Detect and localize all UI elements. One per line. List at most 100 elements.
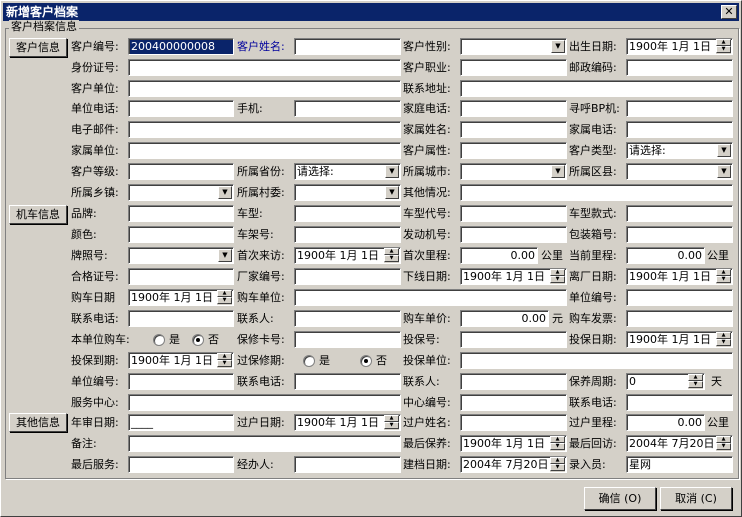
contact-phone3-input[interactable] xyxy=(626,394,733,411)
transfer-name-input[interactable] xyxy=(460,414,567,431)
spin-up-icon[interactable]: ▲ xyxy=(716,269,731,276)
spin-up-icon[interactable]: ▲ xyxy=(550,436,565,443)
occupation-input[interactable] xyxy=(460,59,567,76)
spinner[interactable]: ▲ ▼ xyxy=(716,436,731,451)
other-info-input[interactable] xyxy=(460,184,733,201)
chevron-down-icon[interactable]: ▼ xyxy=(385,165,399,178)
unit-purchase-yes-radio[interactable] xyxy=(153,334,165,346)
cust-no-input[interactable]: 200400000008 xyxy=(128,38,234,55)
frame-no-input[interactable] xyxy=(294,226,401,243)
transfer-mileage-input[interactable]: 0.00 xyxy=(626,414,705,431)
spin-down-icon[interactable]: ▼ xyxy=(550,464,565,471)
box-no-input[interactable] xyxy=(626,226,733,243)
factory-no-input[interactable] xyxy=(294,268,401,285)
mobile-input[interactable] xyxy=(294,100,401,117)
warranty-expired-no-radio[interactable] xyxy=(360,355,372,367)
spinner[interactable]: ▲ ▼ xyxy=(716,269,731,284)
contact-phone2-input[interactable] xyxy=(294,373,401,390)
cert-no-input[interactable] xyxy=(128,268,234,285)
cust-name-input[interactable] xyxy=(294,38,401,55)
spin-up-icon[interactable]: ▲ xyxy=(716,436,731,443)
chevron-down-icon[interactable]: ▼ xyxy=(218,186,232,199)
remark-input[interactable] xyxy=(128,435,401,452)
brand-input[interactable] xyxy=(128,205,234,222)
spin-up-icon[interactable]: ▲ xyxy=(550,457,565,464)
spin-down-icon[interactable]: ▼ xyxy=(217,297,232,304)
cust-unit-input[interactable] xyxy=(128,80,401,97)
unit-no2-input[interactable] xyxy=(128,373,234,390)
spin-down-icon[interactable]: ▼ xyxy=(384,255,399,262)
ok-button[interactable]: 确信 (O) xyxy=(584,487,656,510)
unit-no-input[interactable] xyxy=(626,289,733,306)
email-input[interactable] xyxy=(128,121,401,138)
first-visit-picker[interactable]: 1900年 1月 1日 ▲ ▼ xyxy=(294,247,401,264)
engine-no-input[interactable] xyxy=(460,226,567,243)
pager-input[interactable] xyxy=(626,100,733,117)
contact-phone-input[interactable] xyxy=(128,310,234,327)
family-name-input[interactable] xyxy=(460,121,567,138)
spin-up-icon[interactable]: ▲ xyxy=(217,353,232,360)
province-select[interactable]: 请选择: ▼ xyxy=(294,163,401,180)
spinner[interactable]: ▲ ▼ xyxy=(384,248,399,263)
cancel-button[interactable]: 取消 (C) xyxy=(660,487,732,510)
customer-info-tab[interactable]: 客户信息 xyxy=(9,38,67,57)
spinner[interactable]: ▲ ▼ xyxy=(716,332,731,347)
chevron-down-icon[interactable]: ▼ xyxy=(218,249,232,262)
spin-down-icon[interactable]: ▼ xyxy=(550,443,565,450)
birth-date-picker[interactable]: 1900年 1月 1日 ▲ ▼ xyxy=(626,38,733,55)
spinner[interactable]: ▲ ▼ xyxy=(217,290,232,305)
spinner[interactable]: ▲ ▼ xyxy=(384,415,399,430)
handler-input[interactable] xyxy=(294,456,401,473)
spin-up-icon[interactable]: ▲ xyxy=(688,374,703,381)
warranty-expired-yes-radio[interactable] xyxy=(303,355,315,367)
purchase-unit-input[interactable] xyxy=(294,289,567,306)
insure-date-picker[interactable]: 1900年 1月 1日 ▲ ▼ xyxy=(626,331,733,348)
spinner[interactable]: ▲ ▼ xyxy=(716,39,731,54)
address-input[interactable] xyxy=(460,80,733,97)
chevron-down-icon[interactable]: ▼ xyxy=(551,40,565,53)
spin-down-icon[interactable]: ▼ xyxy=(217,360,232,367)
annual-review-input[interactable]: ____ xyxy=(128,414,234,431)
transfer-date-picker[interactable]: 1900年 1月 1日 ▲ ▼ xyxy=(294,414,401,431)
close-button[interactable]: ✕ xyxy=(721,5,737,19)
spin-up-icon[interactable]: ▲ xyxy=(716,39,731,46)
insure-expire-picker[interactable]: 1900年 1月 1日 ▲ ▼ xyxy=(128,352,234,369)
entry-person-input[interactable]: 星网 xyxy=(626,456,733,473)
spinner[interactable]: ▲ ▼ xyxy=(550,436,565,451)
unit-price-input[interactable]: 0.00 xyxy=(460,310,549,327)
cur-mileage-input[interactable]: 0.00 xyxy=(626,247,705,264)
service-center-input[interactable] xyxy=(128,394,401,411)
spin-down-icon[interactable]: ▼ xyxy=(716,46,731,53)
exfactory-date-picker[interactable]: 1900年 1月 1日 ▲ ▼ xyxy=(626,268,733,285)
plate-no-select[interactable]: ▼ xyxy=(128,247,234,264)
unit-phone-input[interactable] xyxy=(128,100,234,117)
center-no-input[interactable] xyxy=(460,394,567,411)
village-select[interactable]: ▼ xyxy=(294,184,401,201)
color-input[interactable] xyxy=(128,226,234,243)
model-code-input[interactable] xyxy=(460,205,567,222)
city-select[interactable]: ▼ xyxy=(460,163,567,180)
cust-type-select[interactable]: 请选择: ▼ xyxy=(626,142,733,159)
district-select[interactable]: ▼ xyxy=(626,163,733,180)
spin-down-icon[interactable]: ▼ xyxy=(716,443,731,450)
family-unit-input[interactable] xyxy=(128,142,401,159)
invoice-input[interactable] xyxy=(626,310,733,327)
spin-up-icon[interactable]: ▲ xyxy=(384,248,399,255)
cust-attr-input[interactable] xyxy=(460,142,567,159)
cust-level-input[interactable] xyxy=(128,163,234,180)
id-no-input[interactable] xyxy=(128,59,401,76)
spin-up-icon[interactable]: ▲ xyxy=(716,332,731,339)
spinner[interactable]: ▲ ▼ xyxy=(550,457,565,472)
spinner[interactable]: ▲ ▼ xyxy=(550,269,565,284)
contact-person-input[interactable] xyxy=(294,310,401,327)
last-service-input[interactable] xyxy=(128,456,234,473)
chevron-down-icon[interactable]: ▼ xyxy=(551,165,565,178)
vehicle-info-tab[interactable]: 机车信息 xyxy=(9,205,67,224)
spinner[interactable]: ▲ ▼ xyxy=(688,374,703,389)
warranty-card-input[interactable] xyxy=(294,331,401,348)
spin-down-icon[interactable]: ▼ xyxy=(716,276,731,283)
spin-up-icon[interactable]: ▲ xyxy=(217,290,232,297)
spinner[interactable]: ▲ ▼ xyxy=(217,353,232,368)
spin-down-icon[interactable]: ▼ xyxy=(688,381,703,388)
home-phone-input[interactable] xyxy=(460,100,567,117)
